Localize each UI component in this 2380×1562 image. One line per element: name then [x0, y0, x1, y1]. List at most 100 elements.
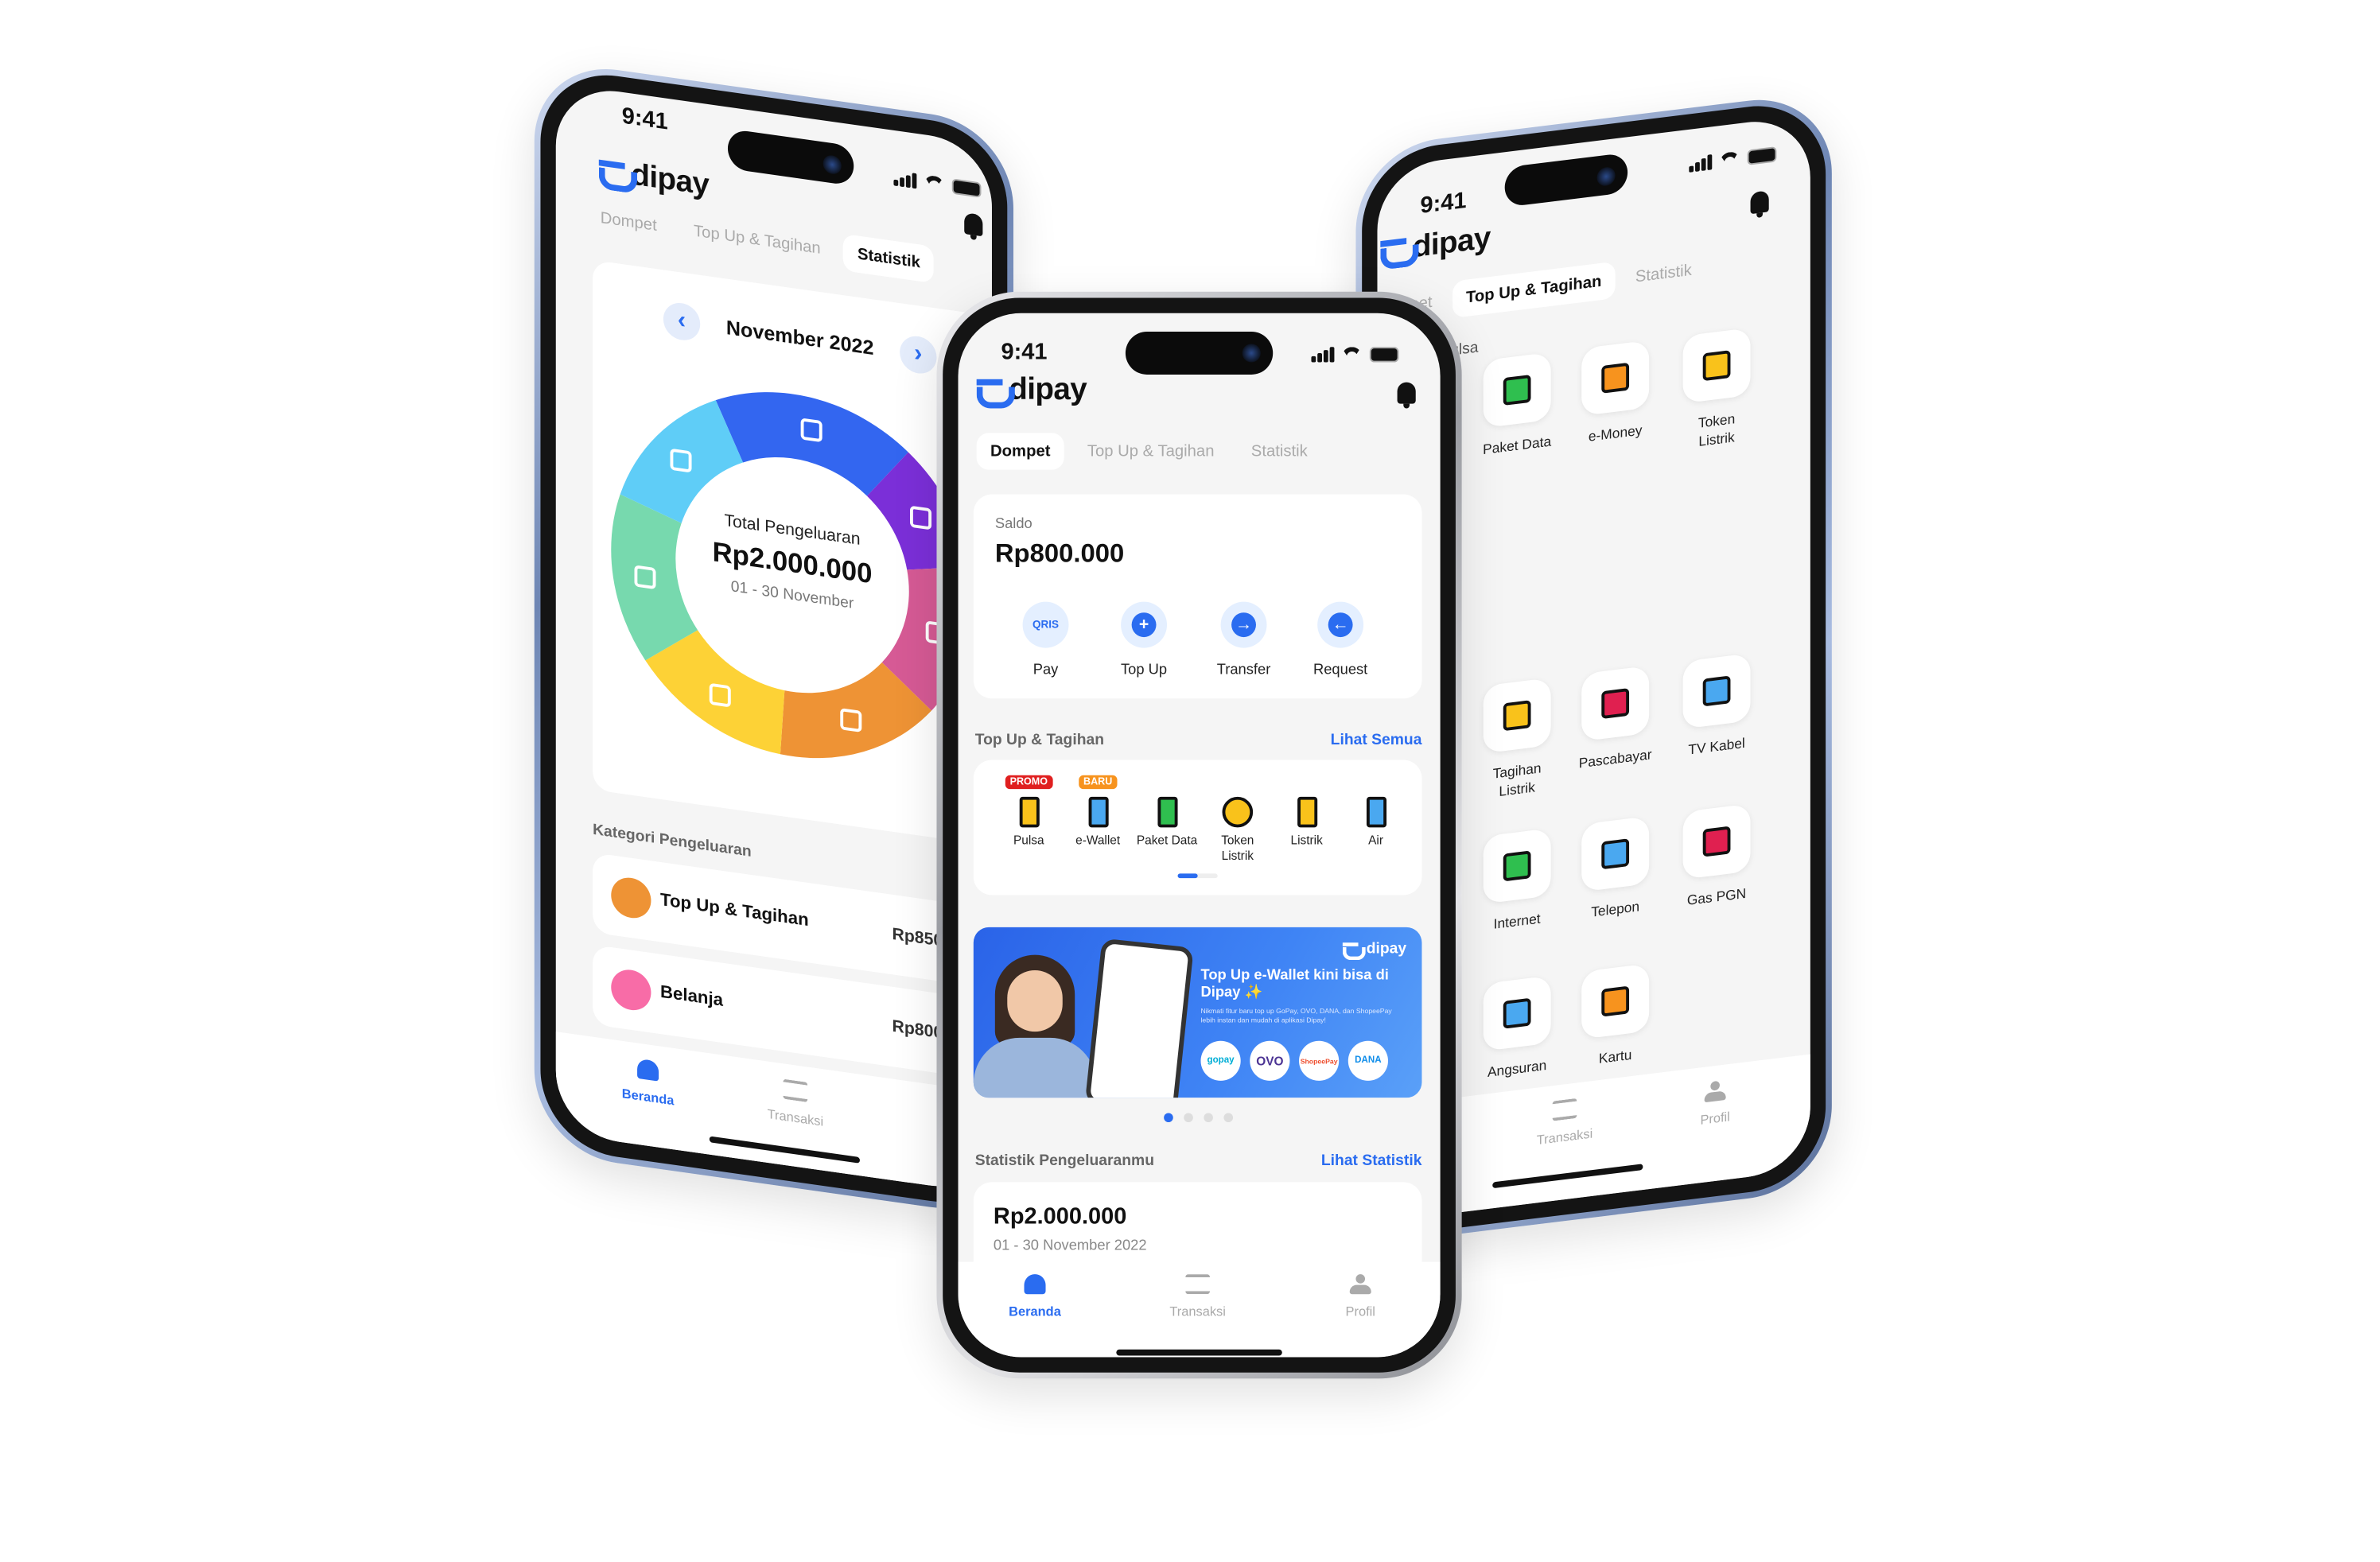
stats-section-title: Statistik Pengeluaranmu	[974, 1152, 1155, 1170]
transfer-button[interactable]: → Transfer	[1205, 601, 1282, 679]
center-phone: 9:41 dipay Dompet Top Up & Tagihan Stati…	[936, 291, 1462, 1379]
tab-topup-tagihan[interactable]: Top Up & Tagihan	[680, 211, 834, 270]
wifi-icon	[924, 174, 943, 192]
tile-label: Token Listrik	[1698, 410, 1736, 449]
tile-tagihan-listrik[interactable]	[1483, 678, 1551, 754]
installment-icon	[1503, 997, 1531, 1029]
service-pulsa[interactable]: PROMO Pulsa	[995, 775, 1063, 848]
nav-transaksi[interactable]: Transaksi	[741, 1073, 849, 1133]
status-time: 9:41	[1420, 187, 1467, 220]
nav-label: Transaksi	[1169, 1303, 1226, 1319]
tile-angsuran[interactable]	[1483, 975, 1551, 1051]
request-button[interactable]: ← Request	[1302, 601, 1379, 678]
category-label: Belanja	[660, 983, 724, 1011]
action-label: Transfer	[1216, 661, 1271, 679]
tile-tv-kabel[interactable]	[1682, 653, 1751, 729]
service-token-listrik[interactable]: Token Listrik	[1204, 784, 1271, 862]
nav-label: Beranda	[621, 1085, 675, 1109]
bell-icon[interactable]	[1750, 190, 1769, 215]
home-icon	[1024, 1274, 1046, 1295]
phone-data-icon	[1503, 374, 1531, 406]
logo-text: dipay	[1009, 373, 1087, 407]
wifi-icon	[1341, 347, 1362, 363]
tab-dompet[interactable]: Dompet	[586, 198, 671, 247]
top-up-button[interactable]: + Top Up	[1106, 601, 1183, 678]
service-label: Pulsa	[1013, 833, 1044, 848]
phone-data-icon	[1134, 784, 1201, 828]
qris-icon: QRIS	[1032, 619, 1060, 631]
arrow-left-icon: ←	[1328, 612, 1353, 638]
transfer-arrows-icon	[1552, 1098, 1577, 1121]
lihat-semua-link[interactable]: Lihat Semua	[1331, 732, 1422, 749]
status-icons	[1689, 143, 1776, 173]
shopping-bag-icon	[611, 967, 651, 1013]
nav-beranda[interactable]: Beranda	[981, 1274, 1088, 1319]
carousel-dot[interactable]	[1184, 1113, 1193, 1123]
tile-label: Tagihan Listrik	[1492, 760, 1542, 799]
nav-transaksi[interactable]: Transaksi	[1511, 1093, 1618, 1151]
carousel-dot[interactable]	[1223, 1113, 1234, 1123]
tab-dompet[interactable]: Dompet	[976, 433, 1064, 470]
tile-telepon[interactable]	[1581, 816, 1650, 892]
carousel-dot-active[interactable]	[1164, 1113, 1173, 1123]
dipay-logo-icon	[599, 160, 625, 187]
service-e-wallet[interactable]: BARU e-Wallet	[1064, 775, 1132, 848]
dynamic-island	[1125, 331, 1274, 375]
profile-icon	[1705, 1080, 1726, 1102]
postpaid-icon	[1601, 688, 1630, 720]
dana-logo: DANA	[1348, 1040, 1388, 1081]
logo-text: dipay	[631, 157, 710, 203]
topup-section-title: Top Up & Tagihan	[974, 732, 1105, 749]
bill-icon	[611, 875, 651, 921]
prev-month-button[interactable]: ‹	[663, 300, 701, 343]
promo-banner[interactable]: dipay Top Up e-Wallet kini bisa di Dipay…	[973, 927, 1422, 1098]
service-paket-data[interactable]: Paket Data	[1134, 784, 1201, 848]
nav-profil[interactable]: Profil	[1662, 1074, 1769, 1133]
tab-topup-tagihan[interactable]: Top Up & Tagihan	[1452, 261, 1616, 319]
carousel-dot[interactable]	[1204, 1113, 1213, 1123]
transfer-arrows-icon	[783, 1078, 808, 1102]
dipay-logo: dipay	[1380, 221, 1491, 270]
nav-transaksi[interactable]: Transaksi	[1144, 1274, 1251, 1319]
tile-label: Gas PGN	[1686, 885, 1747, 908]
tile-gas-pgn[interactable]	[1682, 803, 1751, 880]
tab-statistik[interactable]: Statistik	[1621, 251, 1705, 297]
tile-label: TV Kabel	[1688, 735, 1745, 758]
phone-signal-icon: PROMO	[995, 775, 1063, 828]
ovo-logo: OVO	[1250, 1040, 1290, 1081]
next-month-button[interactable]: ›	[900, 333, 937, 376]
banner-brand: dipay	[1366, 941, 1407, 958]
lihat-statistik-link[interactable]: Lihat Statistik	[1321, 1153, 1422, 1170]
center-screen: 9:41 dipay Dompet Top Up & Tagihan Stati…	[958, 313, 1441, 1358]
wallet-icon: BARU	[1064, 775, 1132, 828]
pay-button[interactable]: QRIS Pay	[1007, 601, 1084, 678]
lightning-icon	[1702, 350, 1731, 382]
scroll-thumb	[1177, 873, 1198, 879]
person-face	[1007, 969, 1063, 1032]
tile-paket-data[interactable]	[1483, 352, 1551, 429]
bell-icon[interactable]	[964, 212, 983, 237]
tile-token-listrik[interactable]	[1682, 328, 1751, 404]
tab-topup-tagihan[interactable]: Top Up & Tagihan	[1073, 433, 1227, 469]
tab-statistik[interactable]: Statistik	[843, 234, 935, 284]
tile-pascabayar[interactable]	[1581, 665, 1650, 742]
home-indicator	[1116, 1349, 1282, 1356]
stats-amount: Rp2.000.000	[993, 1203, 1127, 1230]
tab-statistik[interactable]: Statistik	[1237, 433, 1321, 469]
service-air[interactable]: Air	[1342, 784, 1410, 848]
tile-e-money[interactable]	[1581, 340, 1650, 417]
tile-label: Kartu	[1598, 1047, 1632, 1067]
bell-icon[interactable]	[1397, 382, 1416, 409]
battery-icon	[951, 178, 981, 198]
nav-label: Profil	[1345, 1303, 1375, 1319]
nav-label: Transaksi	[767, 1105, 824, 1129]
nav-profil[interactable]: Profil	[1307, 1274, 1414, 1319]
signal-icon	[1311, 347, 1334, 363]
nav-beranda[interactable]: Beranda	[594, 1052, 702, 1112]
tile-kartu[interactable]	[1581, 963, 1650, 1039]
service-listrik[interactable]: Listrik	[1273, 784, 1340, 848]
tile-internet[interactable]	[1483, 828, 1551, 904]
arrow-right-icon: →	[1231, 612, 1256, 638]
services-scroll-indicator[interactable]	[1177, 873, 1218, 879]
nav-label: Transaksi	[1536, 1125, 1593, 1148]
